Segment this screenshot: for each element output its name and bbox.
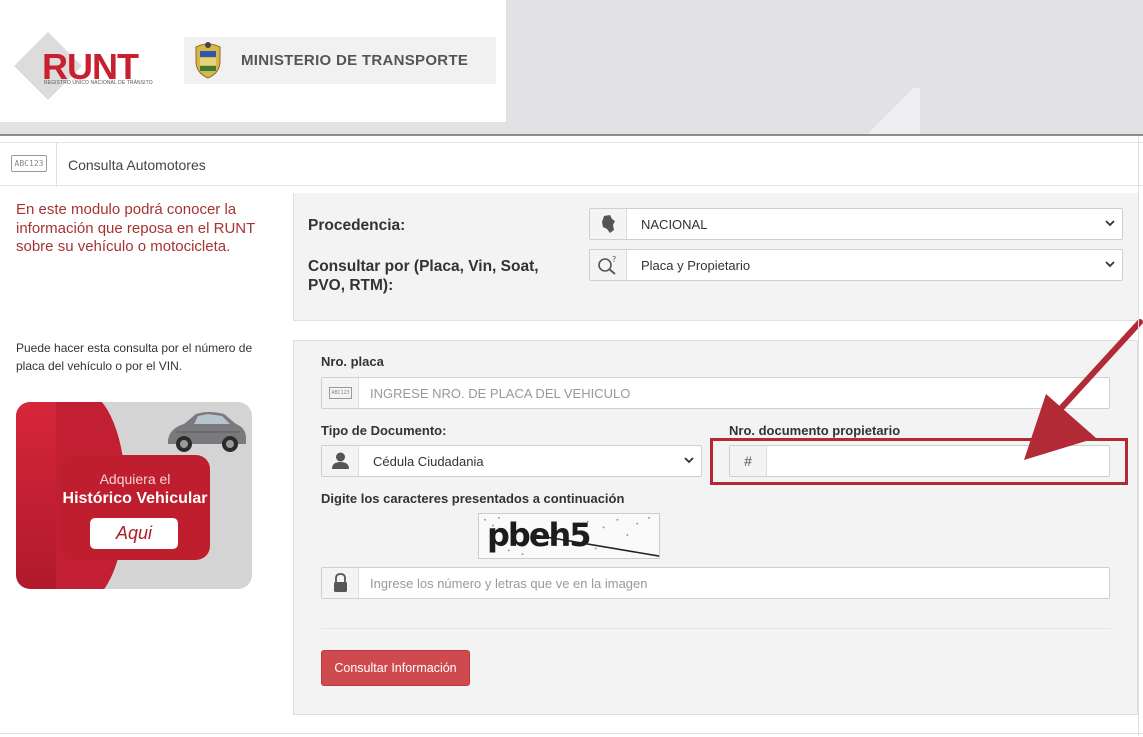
placa-label: Nro. placa — [321, 354, 384, 369]
banner-line-1: Adquiera el — [99, 471, 171, 487]
banner-line-2: Histórico Vehicular — [62, 490, 208, 507]
runt-logo-subtitle: REGISTRO ÚNICO NACIONAL DE TRÁNSITO — [44, 80, 153, 86]
user-icon — [332, 452, 349, 469]
tipo-documento-label: Tipo de Documento: — [321, 423, 447, 438]
tipo-documento-value: Cédula Ciudadania — [373, 454, 484, 469]
red-arrow-annotation — [1024, 319, 1143, 460]
procedencia-select[interactable]: NACIONAL — [589, 208, 1123, 240]
header-logo-area: RUNT REGISTRO ÚNICO NACIONAL DE TRÁNSITO… — [0, 0, 506, 122]
svg-text:?: ? — [612, 255, 616, 264]
placa-addon: ABC123 — [322, 378, 359, 408]
consultar-por-value: Placa y Propietario — [641, 258, 751, 273]
placa-placeholder: INGRESE NRO. DE PLACA DEL VEHICULO — [370, 386, 631, 401]
captcha-image: pbeh5 — [478, 513, 660, 559]
colombia-coat-of-arms-icon — [195, 42, 221, 79]
chevron-down-icon — [684, 457, 694, 464]
header-divider — [0, 134, 1143, 136]
captcha-input[interactable]: Ingrese los número y letras que ve en la… — [321, 567, 1110, 599]
form-divider — [321, 628, 1111, 629]
chevron-down-icon — [1105, 261, 1115, 268]
nro-documento-label: Nro. documento propietario — [729, 423, 901, 438]
page-bottom-border — [0, 733, 1143, 734]
tipo-documento-select[interactable]: Cédula Ciudadania — [321, 445, 702, 477]
site-header: RUNT REGISTRO ÚNICO NACIONAL DE TRÁNSITO… — [0, 0, 1143, 136]
chevron-down-icon — [1105, 220, 1115, 227]
placa-input[interactable]: ABC123 INGRESE NRO. DE PLACA DEL VEHICUL… — [321, 377, 1110, 409]
procedencia-addon — [590, 209, 627, 239]
colombia-map-icon — [602, 215, 615, 233]
captcha-label: Digite los caracteres presentados a cont… — [321, 491, 625, 506]
search-question-icon: ? — [598, 255, 616, 275]
captcha-characters: pbeh5 — [487, 516, 592, 554]
banner-card: Adquiera el Histórico Vehicular Aqui — [60, 455, 210, 560]
titlebar-separator — [56, 143, 57, 187]
captcha-placeholder: Ingrese los número y letras que ve en la… — [370, 576, 648, 591]
tipo-documento-addon — [322, 446, 359, 476]
runt-logo[interactable]: RUNT REGISTRO ÚNICO NACIONAL DE TRÁNSITO — [14, 32, 170, 100]
module-intro-text: En este modulo podrá conocer la informac… — [16, 201, 256, 255]
lock-icon — [334, 573, 347, 592]
consultar-por-label: Consultar por (Placa, Vin, Soat, PVO, RT… — [308, 258, 539, 294]
ministry-logo[interactable]: MINISTERIO DE TRANSPORTE — [184, 37, 496, 84]
page-right-border — [1138, 136, 1139, 736]
captcha-addon — [322, 568, 359, 598]
license-plate-icon: ABC123 — [11, 155, 47, 172]
car-image — [168, 412, 246, 452]
search-hint-text: Puede hacer esta consulta por el número … — [16, 341, 253, 373]
banner-aqui-button[interactable]: Aqui — [90, 518, 178, 549]
header-decoration — [860, 88, 920, 136]
consultar-por-select[interactable]: ? Placa y Propietario — [589, 249, 1123, 281]
page-title: Consulta Automotores — [68, 157, 206, 173]
procedencia-value: NACIONAL — [641, 217, 708, 232]
ministry-name: MINISTERIO DE TRANSPORTE — [241, 52, 469, 69]
license-plate-icon: ABC123 — [329, 387, 352, 399]
module-titlebar: ABC123 Consulta Automotores — [0, 142, 1143, 187]
query-filter-panel: Procedencia: NACIONAL Consultar por (Pla… — [293, 193, 1138, 321]
consultar-por-addon: ? — [590, 250, 627, 280]
procedencia-label: Procedencia: — [308, 217, 406, 234]
consultar-informacion-button[interactable]: Consultar Información — [321, 650, 470, 686]
historico-vehicular-banner[interactable]: Adquiera el Histórico Vehicular Aqui — [16, 402, 252, 589]
